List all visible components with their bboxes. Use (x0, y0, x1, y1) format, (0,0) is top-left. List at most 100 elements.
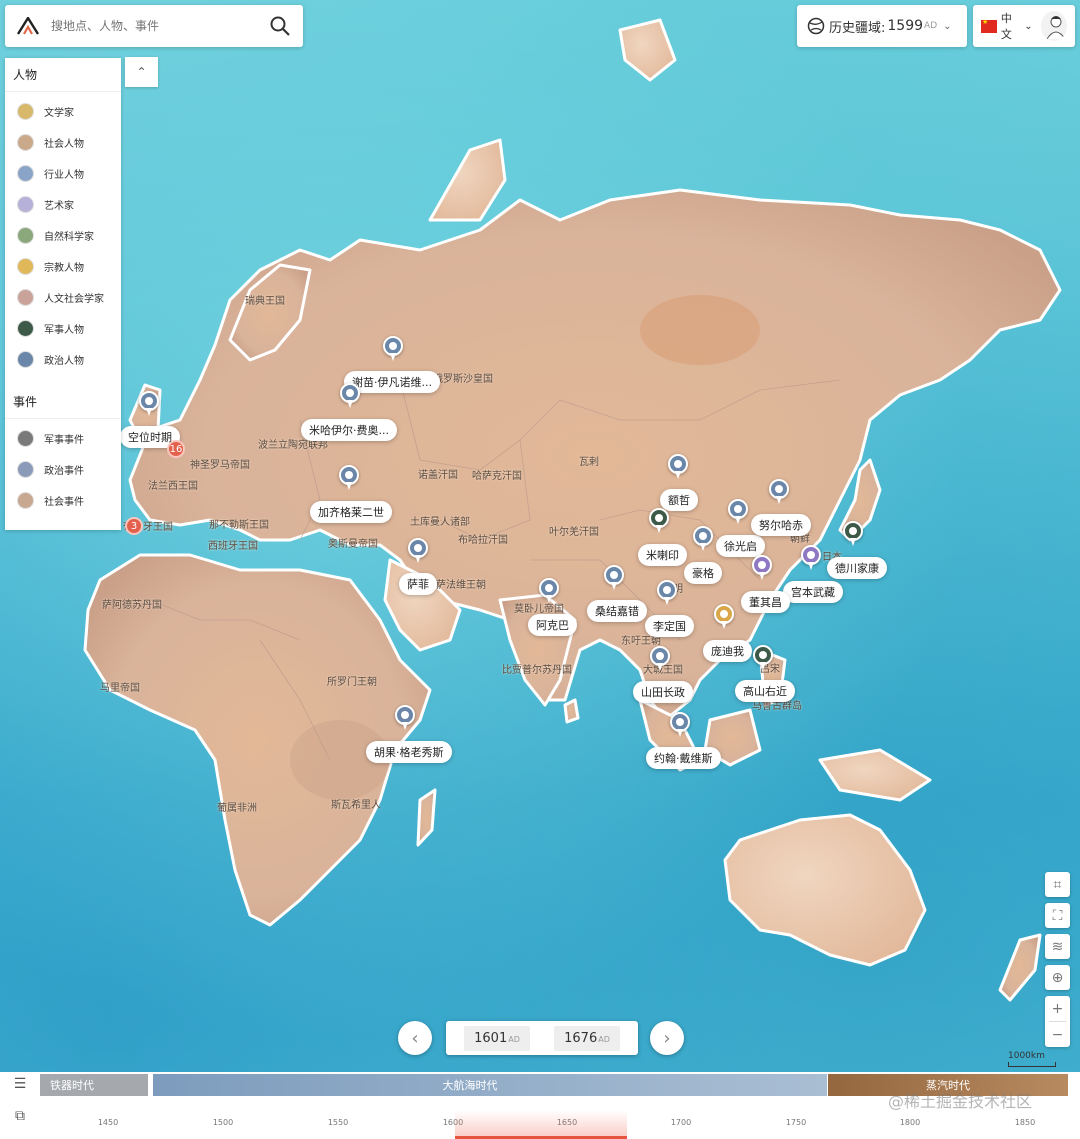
marker-label[interactable]: 豪格 (684, 562, 722, 584)
category-industry-figure[interactable]: 行业人物 (5, 158, 121, 189)
ruler-icon: ⌗ (1053, 876, 1062, 893)
ruler-tool[interactable]: ⌗ (1045, 872, 1070, 897)
category-social-event[interactable]: 社会事件 (5, 485, 121, 516)
event-marker[interactable] (139, 391, 159, 417)
range-end[interactable]: 1676AD (554, 1025, 620, 1051)
marker-label[interactable]: 高山右近 (735, 680, 795, 702)
category-religious[interactable]: 宗教人物 (5, 251, 121, 282)
zoom-out-icon[interactable]: − (1045, 1022, 1070, 1047)
person-marker[interactable] (753, 645, 773, 671)
era-iron-age[interactable]: 铁器时代 (40, 1074, 148, 1096)
marker-label[interactable]: 努尔哈赤 (751, 514, 811, 536)
person-marker[interactable] (769, 479, 789, 505)
search-input[interactable] (51, 19, 269, 33)
category-military-event[interactable]: 军事事件 (5, 423, 121, 454)
person-marker[interactable] (670, 712, 690, 738)
marker-label[interactable]: 庞迪我 (703, 640, 752, 662)
marker-label[interactable]: 李定国 (645, 615, 694, 637)
person-marker[interactable] (340, 383, 360, 409)
person-marker[interactable] (604, 565, 624, 591)
marker-cluster[interactable]: 3 (125, 517, 143, 535)
next-period-button[interactable]: › (650, 1021, 684, 1055)
place-name: 叶尔羌汗国 (549, 527, 599, 538)
timeline-selection-window[interactable] (455, 1110, 627, 1139)
category-political-event[interactable]: 政治事件 (5, 454, 121, 485)
marker-label[interactable]: 董其昌 (741, 591, 790, 613)
marker-label[interactable]: 米哈伊尔·费奥... (301, 419, 397, 441)
category-political[interactable]: 政治人物 (5, 344, 121, 375)
person-marker[interactable] (693, 526, 713, 552)
marker-label[interactable]: 加齐格莱二世 (310, 501, 392, 523)
tick-label: 1550 (327, 1118, 349, 1127)
soldier-icon (17, 320, 34, 337)
person-marker[interactable] (539, 578, 559, 604)
person-marker[interactable] (650, 646, 670, 672)
halo-person-icon (17, 258, 34, 275)
era-age-of-discovery[interactable]: 大航海时代 (153, 1074, 827, 1096)
marker-label[interactable]: 胡果·格老秀斯 (366, 741, 452, 763)
place-name: 瓦剌 (579, 457, 599, 468)
place-name: 所罗门王朝 (327, 677, 377, 688)
era-label: 历史疆域: (829, 20, 886, 36)
politician-icon (17, 351, 34, 368)
person-marker[interactable] (752, 555, 772, 581)
marker-label[interactable]: 米喇印 (638, 544, 687, 566)
layers-tool[interactable]: ≋ (1045, 934, 1070, 959)
person-marker[interactable] (395, 705, 415, 731)
person-marker[interactable] (383, 336, 403, 362)
range-start[interactable]: 1601AD (464, 1025, 530, 1051)
previous-period-button[interactable]: ‹ (398, 1021, 432, 1055)
person-marker[interactable] (843, 521, 863, 547)
marker-label[interactable]: 徐光启 (716, 535, 765, 557)
chevron-left-icon: ‹ (411, 1027, 419, 1049)
marker-label[interactable]: 阿克巴 (528, 614, 577, 636)
marker-label[interactable]: 宫本武藏 (783, 581, 843, 603)
search-icon[interactable] (269, 15, 291, 37)
place-name: 瑞典王国 (245, 296, 285, 307)
china-flag-icon (981, 18, 997, 33)
world-map[interactable]: 瑞典王国 俄罗斯沙皇国 波兰立陶宛联邦 神圣罗马帝国 法兰西王国 葡萄牙王国 西… (0, 0, 1080, 1139)
place-name: 哈萨克汗国 (472, 471, 522, 482)
marker-label[interactable]: 萨菲 (399, 573, 437, 595)
marker-cluster[interactable]: 16 (167, 440, 185, 458)
category-panel: 人物 文学家 社会人物 行业人物 艺术家 自然科学家 宗教人物 人文社会学家 军… (5, 58, 121, 530)
madagascar-landmass (416, 788, 437, 847)
person-marker[interactable] (801, 545, 821, 571)
list-icon[interactable]: ☰ (10, 1076, 30, 1092)
document-icon (17, 492, 34, 509)
category-military[interactable]: 军事人物 (5, 313, 121, 344)
scholar-icon (17, 289, 34, 306)
person-marker[interactable] (408, 538, 428, 564)
person-marker[interactable] (728, 499, 748, 525)
watermark: @稀土掘金技术社区 (888, 1092, 1033, 1111)
collapse-panel-button[interactable]: ⌃ (125, 57, 158, 87)
category-artist[interactable]: 艺术家 (5, 189, 121, 220)
language-label: 中文 (1000, 12, 1012, 41)
marker-label[interactable]: 桑结嘉错 (587, 600, 647, 622)
person-marker[interactable] (657, 580, 677, 606)
locate-tool[interactable]: ⊕ (1045, 965, 1070, 990)
person-marker[interactable] (714, 604, 734, 630)
events-section-title: 事件 (5, 385, 121, 419)
language-selector[interactable]: 中文 ⌄ (973, 5, 1075, 47)
chevron-up-icon: ⌃ (136, 65, 147, 79)
expand-icon[interactable]: ⧉ (10, 1108, 30, 1124)
category-social-figure[interactable]: 社会人物 (5, 127, 121, 158)
category-humanities[interactable]: 人文社会学家 (5, 282, 121, 313)
person-marker[interactable] (649, 508, 669, 534)
marker-label[interactable]: 德川家康 (827, 557, 887, 579)
category-literati[interactable]: 文学家 (5, 96, 121, 127)
avatar[interactable] (1040, 11, 1067, 41)
layers-icon: ≋ (1051, 938, 1064, 955)
marker-label[interactable]: 约翰·戴维斯 (646, 747, 721, 769)
era-selector[interactable]: 历史疆域: 1599 AD ⌄ (797, 5, 967, 47)
select-area-tool[interactable]: ⛶ (1045, 903, 1070, 928)
zoom-in-icon[interactable]: + (1045, 996, 1070, 1021)
time-range: 1601AD 1676AD (446, 1021, 638, 1055)
person-marker[interactable] (339, 465, 359, 491)
marker-label[interactable]: 山田长政 (633, 681, 693, 703)
briefcase-icon (17, 165, 34, 182)
place-name: 土库曼人诸部 (410, 517, 470, 528)
person-marker[interactable] (668, 454, 688, 480)
category-scientist[interactable]: 自然科学家 (5, 220, 121, 251)
